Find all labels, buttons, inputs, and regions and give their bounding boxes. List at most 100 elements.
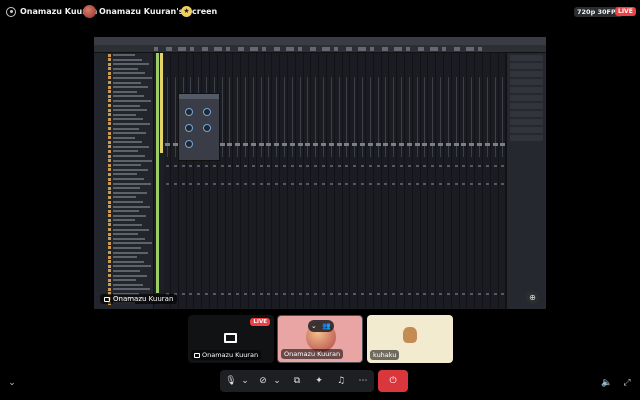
browser-row: [108, 269, 153, 273]
browser-row: [108, 241, 153, 245]
strip-indicator: [228, 165, 232, 167]
browser-row: [108, 81, 153, 85]
folder-icon: [108, 140, 111, 144]
mixer-channel-strip: [421, 53, 429, 309]
strip-indicator: [212, 293, 216, 295]
fader-knob: [492, 143, 498, 146]
browser-row-text: [113, 191, 147, 194]
screen-icon: [194, 352, 200, 358]
browser-row: [108, 71, 153, 75]
strip-indicator: [275, 183, 279, 185]
browser-row-text: [113, 136, 135, 139]
folder-icon: [108, 127, 111, 130]
folder-icon: [108, 58, 111, 62]
zoom-in-icon[interactable]: ⊕: [526, 291, 539, 304]
strip-indicator: [298, 165, 302, 167]
browser-row: [108, 186, 153, 190]
strip-indicator: [439, 293, 442, 295]
leave-call-icon[interactable]: ⏻: [378, 370, 408, 392]
screen-share-stream[interactable]: Onamazu Kuuran ⊕: [94, 37, 546, 309]
browser-row-text: [113, 164, 141, 167]
daw-toolbar-button: [202, 47, 208, 51]
volume-icon[interactable]: 🔈: [601, 377, 613, 389]
browser-row: [108, 228, 153, 232]
strip-indicator: [368, 293, 372, 295]
strip-indicator: [267, 165, 271, 167]
mixer-channel-strip: [164, 53, 171, 309]
participant-tile-screen[interactable]: LIVE Onamazu Kuuran: [188, 315, 274, 363]
browser-row-text: [113, 104, 140, 107]
daw-toolbar-button: [214, 47, 222, 51]
daw-browser-panel: [94, 53, 154, 309]
mixer-channel-strip: [375, 53, 382, 309]
folder-icon: [108, 232, 111, 236]
strip-indicator: [431, 293, 435, 295]
members-icon[interactable]: 👥: [322, 322, 331, 330]
strip-indicator: [290, 165, 294, 167]
browser-row-text: [113, 173, 137, 176]
daw-toolbar-button: [286, 47, 294, 51]
mixer-channel-strip: [445, 53, 452, 309]
soundboard-icon[interactable]: ♫: [334, 374, 348, 388]
strip-indicator: [290, 293, 294, 295]
folder-icon: [108, 228, 111, 232]
effect-slot: [510, 111, 543, 117]
browser-row-text: [113, 269, 140, 272]
mixer-channel-strip: [460, 53, 468, 309]
mixer-channel-strip: [242, 53, 249, 309]
folder-icon: [108, 154, 111, 158]
participant-tile-avatar[interactable]: kuhaku: [367, 315, 453, 363]
activities-icon[interactable]: ✦: [312, 374, 326, 388]
strip-indicator: [189, 183, 193, 185]
daw-toolbar-button: [406, 47, 410, 51]
browser-row-text: [113, 58, 142, 61]
folder-icon: [108, 136, 111, 140]
browser-row-text: [113, 141, 142, 144]
fullscreen-icon[interactable]: ⤢: [621, 377, 633, 389]
fader-knob: [305, 143, 311, 146]
mixer-channel-strip: [234, 53, 242, 309]
browser-row-text: [113, 76, 152, 79]
strip-indicator: [228, 183, 232, 185]
collapse-chevron-icon[interactable]: ⌄: [6, 377, 18, 389]
browser-row: [108, 58, 153, 62]
browser-row-text: [113, 210, 139, 213]
mixer-channel-strip: [289, 53, 296, 309]
kuhaku-avatar: [403, 327, 417, 343]
strip-indicator: [337, 293, 341, 295]
daw-effects-panel: [506, 53, 546, 309]
camera-off-icon[interactable]: ⊘: [256, 374, 270, 388]
browser-row: [108, 117, 153, 121]
folder-icon: [108, 81, 111, 85]
strip-indicator: [384, 183, 388, 185]
daw-toolbar-button: [382, 47, 388, 51]
chevron-down-icon[interactable]: ⌄: [270, 374, 284, 388]
strip-indicator: [244, 165, 247, 167]
folder-icon: [108, 264, 111, 268]
strip-indicator: [275, 293, 279, 295]
fader-knob: [367, 143, 373, 146]
strip-indicator: [376, 293, 380, 295]
screen-share-icon[interactable]: ⧉: [290, 374, 304, 388]
mixer-channel-strip: [390, 53, 398, 309]
chevron-down-icon[interactable]: ⌄: [238, 374, 252, 388]
chevron-down-icon[interactable]: ⌄: [311, 322, 317, 330]
more-icon[interactable]: ⋯: [356, 374, 370, 388]
strip-indicator: [501, 165, 505, 167]
participant-tile-camera[interactable]: ⌄ 👥 Onamazu Kuuran: [277, 315, 363, 363]
tile-hover-controls[interactable]: ⌄ 👥: [308, 320, 334, 332]
mixer-channel-strip: [398, 53, 405, 309]
plugin-knob: [185, 124, 193, 132]
strip-indicator: [205, 293, 208, 295]
strip-indicator: [298, 183, 302, 185]
microphone-icon[interactable]: 🎙: [224, 374, 238, 388]
top-bar: Onamazu Kuuran Onamazu Kuuran's Screen ★…: [0, 0, 640, 24]
strip-indicator: [205, 165, 208, 167]
strip-indicator: [236, 165, 240, 167]
stream-name-tag: Onamazu Kuuran: [100, 294, 178, 304]
browser-row-text: [113, 182, 151, 185]
fader-knob: [336, 143, 342, 146]
daw-toolbar-button: [250, 47, 258, 51]
browser-row-text: [113, 145, 149, 148]
daw-toolbar-button: [454, 47, 460, 51]
